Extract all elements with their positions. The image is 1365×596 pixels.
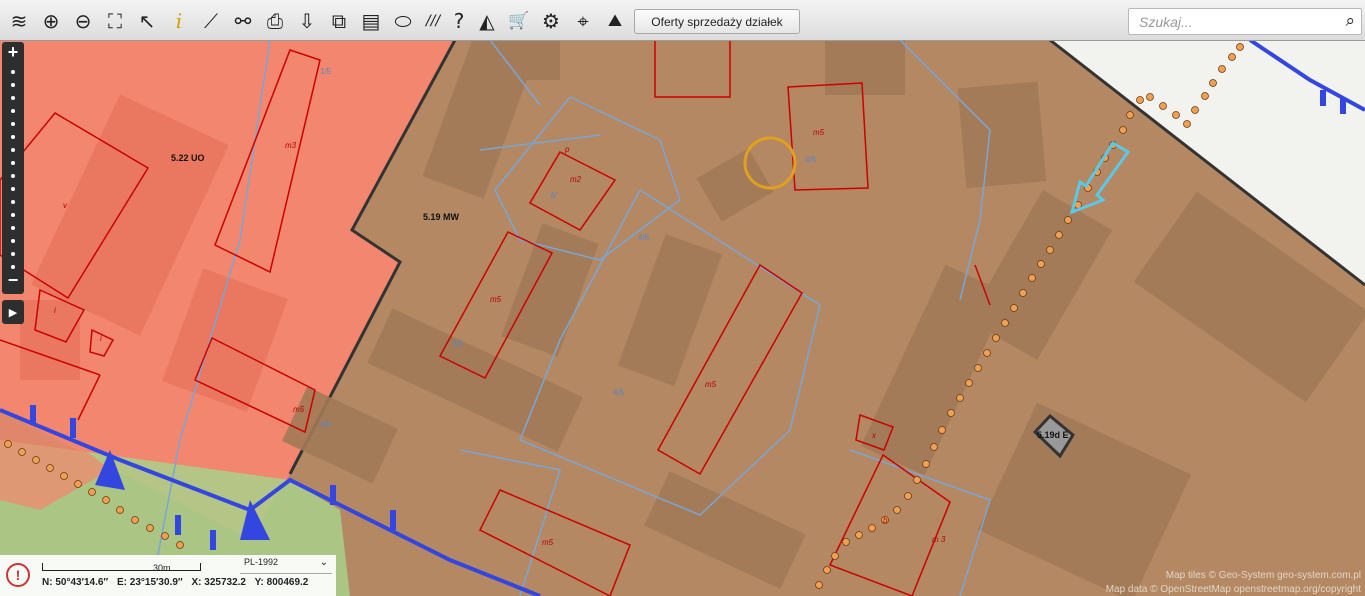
copy-icon[interactable]: ⧉ <box>326 8 352 34</box>
svg-text:m5: m5 <box>813 128 825 137</box>
location-icon[interactable]: ⌖ <box>570 8 596 34</box>
scale-bar: 30m <box>42 563 201 573</box>
measure-link-icon[interactable]: ⚯ <box>230 8 256 34</box>
zoom-out-button[interactable]: − <box>2 270 24 291</box>
data-attribution[interactable]: Map data © OpenStreetMap openstreetmap.o… <box>1106 584 1361 595</box>
coord-e: E: 23°15′30.9″ <box>117 577 183 588</box>
zoom-out-icon[interactable]: ⊖ <box>70 8 96 34</box>
svg-text:4/6: 4/6 <box>805 155 817 164</box>
zone-label-uo: 5.22 UO <box>171 153 205 163</box>
layout-icon[interactable]: ▤ <box>358 8 384 34</box>
svg-text:4/5: 4/5 <box>452 339 464 348</box>
cart-icon[interactable]: 🛒 <box>506 8 532 34</box>
zoom-in-icon[interactable]: ⊕ <box>38 8 64 34</box>
toolbar: ≋ ⊕ ⊖ ⛶ ↖ i ⟋ ⚯ ⎙ ⇩ ⧉ ▤ ⬭ /// ? ◭ 🛒 ⚙ ⌖ … <box>0 0 1365 41</box>
coordinates-readout: N: 50°43′14.6″ E: 23°15′30.9″ X: 325732.… <box>42 577 314 588</box>
svg-text:m5: m5 <box>705 380 717 389</box>
zone-label-mw: 5.19 MW <box>423 212 460 222</box>
info-icon[interactable]: i <box>166 8 192 34</box>
hatch-icon[interactable]: /// <box>420 8 446 34</box>
map-canvas[interactable]: m3m5m2 m5m5m5 m5 m 3b xvp ii 1/54/64/8 4/… <box>0 40 1365 596</box>
tiles-attribution[interactable]: Map tiles © Geo-System geo-system.com.pl <box>1166 570 1361 581</box>
print-icon[interactable]: ⎙ <box>262 8 288 34</box>
offers-button[interactable]: Oferty sprzedaży działek <box>634 9 800 34</box>
layers-icon[interactable]: ≋ <box>6 8 32 34</box>
triangle-icon[interactable]: ◭ <box>474 8 500 34</box>
crs-select[interactable]: PL-1992 ⌄ <box>240 557 332 574</box>
search-input[interactable] <box>1137 12 1331 32</box>
svg-text:4/: 4/ <box>550 191 557 200</box>
bottom-info-panel: ! 30m PL-1992 ⌄ N: 50°43′14.6″ E: 23°15′… <box>0 555 336 596</box>
help-icon[interactable]: ? <box>446 8 472 34</box>
measure-distance-icon[interactable]: ⟋ <box>198 8 224 34</box>
svg-text:b: b <box>883 516 888 525</box>
zoom-slider[interactable]: + − <box>2 42 24 294</box>
alert-icon[interactable]: ! <box>6 563 30 587</box>
svg-text:m 3: m 3 <box>932 535 946 544</box>
svg-text:p: p <box>564 145 570 154</box>
zoom-in-button[interactable]: + <box>2 42 24 63</box>
crs-value: PL-1992 <box>244 557 279 567</box>
side-panel-toggle[interactable]: ▶ <box>2 300 24 324</box>
svg-text:4/4: 4/4 <box>320 420 332 429</box>
coord-y: Y: 800469.2 <box>254 577 309 588</box>
svg-text:m3: m3 <box>285 141 297 150</box>
svg-text:4/8: 4/8 <box>638 233 650 242</box>
svg-text:i: i <box>54 306 56 315</box>
zone-label-e: 5.19d E <box>1037 430 1069 440</box>
svg-text:m5: m5 <box>293 405 305 414</box>
shape-icon[interactable]: ⬭ <box>390 8 416 34</box>
zoom-extent-icon[interactable]: ⛶ <box>102 8 128 34</box>
svg-text:m5: m5 <box>490 295 502 304</box>
download-icon[interactable]: ⇩ <box>294 8 320 34</box>
svg-text:m5: m5 <box>542 538 554 547</box>
scale-label: 30m <box>153 563 171 573</box>
coord-x: X: 325732.2 <box>191 577 246 588</box>
svg-text:i: i <box>100 334 102 343</box>
settings-icon[interactable]: ⚙ <box>538 8 564 34</box>
search-icon[interactable]: ⌕ <box>1345 11 1355 31</box>
chevron-down-icon: ⌄ <box>319 557 328 568</box>
coord-n: N: 50°43′14.6″ <box>42 577 109 588</box>
terrain-icon[interactable]: ⛰ <box>602 8 628 34</box>
svg-text:m2: m2 <box>570 175 582 184</box>
search-box: ⌕ <box>1128 8 1362 35</box>
pointer-icon[interactable]: ↖ <box>134 8 160 34</box>
svg-text:1/5: 1/5 <box>320 67 332 76</box>
svg-text:4/6: 4/6 <box>613 388 625 397</box>
